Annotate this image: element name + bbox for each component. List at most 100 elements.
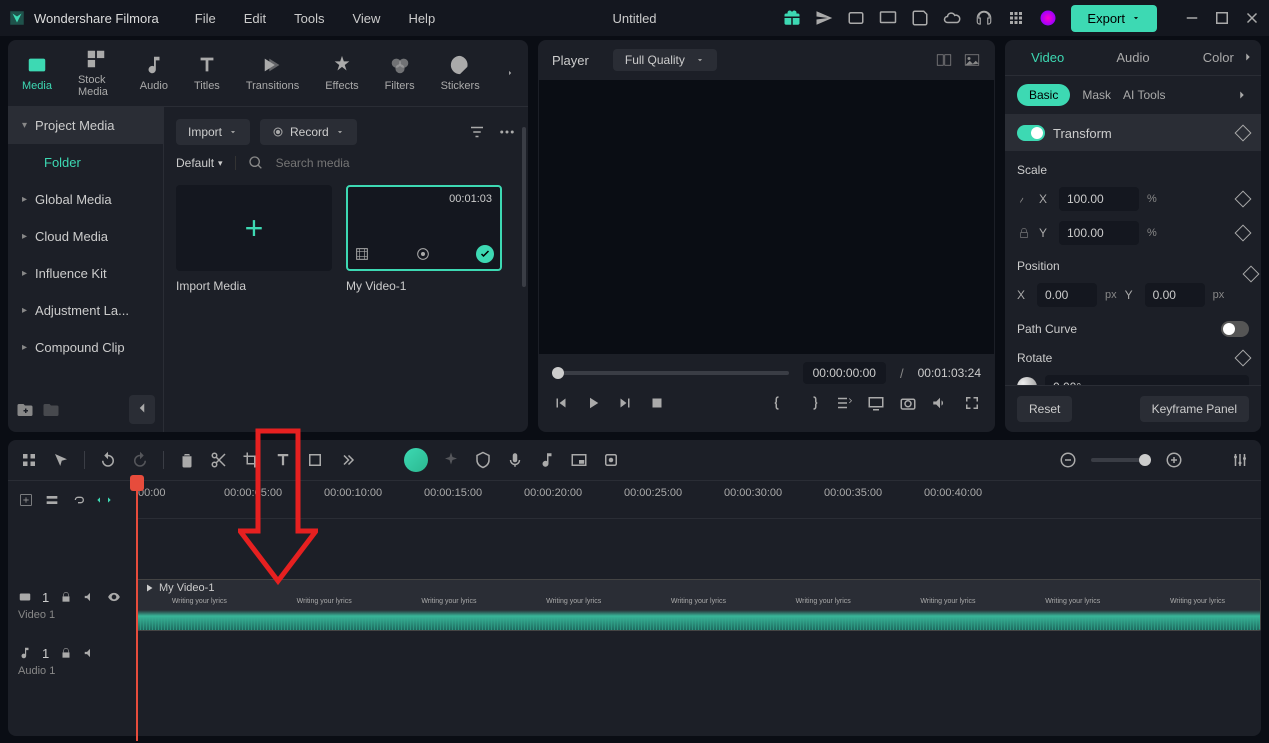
record-button[interactable]: Record [260, 119, 357, 145]
tab-transitions[interactable]: Transitions [246, 54, 299, 92]
eye-icon[interactable] [107, 590, 121, 604]
keyframe-diamond[interactable] [1235, 125, 1252, 142]
gift-icon[interactable] [783, 9, 801, 27]
current-time[interactable]: 00:00:00:00 [803, 362, 886, 384]
sidebar-compound[interactable]: ▸Compound Clip [8, 329, 163, 366]
path-curve-toggle[interactable] [1221, 321, 1249, 337]
import-button[interactable]: Import [176, 119, 250, 145]
menu-tools[interactable]: Tools [294, 11, 324, 26]
send-icon[interactable] [815, 9, 833, 27]
image-icon[interactable] [963, 51, 981, 69]
device-icon[interactable] [847, 9, 865, 27]
tab-stock[interactable]: Stock Media [78, 48, 114, 98]
minimize-button[interactable] [1183, 9, 1201, 27]
screen-icon[interactable] [879, 9, 897, 27]
transform-header[interactable]: Transform [1005, 115, 1261, 151]
marker-icon[interactable] [602, 451, 620, 469]
scrollbar[interactable] [522, 127, 526, 287]
play-icon[interactable] [584, 394, 602, 412]
pos-y-input[interactable] [1145, 283, 1205, 307]
sidebar-project-media[interactable]: ▾Project Media [8, 107, 163, 144]
timeline-ruler[interactable]: 00:00 00:00:05:00 00:00:10:00 00:00:15:0… [136, 481, 1261, 519]
brace-left-icon[interactable] [771, 394, 789, 412]
inspector-tab-audio[interactable]: Audio [1090, 40, 1175, 75]
mic-icon[interactable] [506, 451, 524, 469]
cloud-icon[interactable] [943, 9, 961, 27]
chevron-right-icon[interactable] [1235, 88, 1249, 102]
ai-button[interactable] [404, 448, 428, 472]
tab-audio[interactable]: Audio [140, 54, 168, 92]
mixer-icon[interactable] [1231, 451, 1249, 469]
chevron-right-icon[interactable] [1241, 50, 1255, 64]
sidebar-influence-kit[interactable]: ▸Influence Kit [8, 255, 163, 292]
tab-media[interactable]: Media [22, 54, 52, 92]
transform-toggle[interactable] [1017, 125, 1045, 141]
tab-filters[interactable]: Filters [385, 54, 415, 92]
display-icon[interactable] [867, 394, 885, 412]
more-icon[interactable] [498, 123, 516, 141]
redo-icon[interactable] [131, 451, 149, 469]
player-viewport[interactable] [538, 80, 995, 354]
text-icon[interactable] [274, 451, 292, 469]
track-add-icon[interactable] [18, 492, 34, 508]
save-icon[interactable] [911, 9, 929, 27]
tab-effects[interactable]: Effects [325, 54, 358, 92]
tab-stickers[interactable]: Stickers [441, 54, 480, 92]
fullscreen-icon[interactable] [963, 394, 981, 412]
rotate-input[interactable] [1045, 375, 1249, 385]
subtab-mask[interactable]: Mask [1082, 88, 1111, 102]
inspector-tab-video[interactable]: Video [1005, 40, 1090, 75]
keyframe-panel-button[interactable]: Keyframe Panel [1140, 396, 1249, 422]
volume-icon[interactable] [931, 394, 949, 412]
track-layout-icon[interactable] [44, 492, 60, 508]
sidebar-collapse[interactable] [129, 395, 155, 424]
zoom-out-icon[interactable] [1059, 451, 1077, 469]
sidebar-adjustment[interactable]: ▸Adjustment La... [8, 292, 163, 329]
compare-icon[interactable] [935, 51, 953, 69]
playhead[interactable] [136, 481, 138, 741]
brace-right-icon[interactable] [803, 394, 821, 412]
filter-icon[interactable] [468, 123, 486, 141]
next-frame-icon[interactable] [616, 394, 634, 412]
mute-icon[interactable] [83, 590, 97, 604]
menu-help[interactable]: Help [408, 11, 435, 26]
marker-list-icon[interactable] [835, 394, 853, 412]
keyframe-diamond[interactable] [1235, 225, 1252, 242]
audio-track-label[interactable]: 1 Audio 1 [8, 633, 136, 689]
menu-edit[interactable]: Edit [244, 11, 266, 26]
pip-icon[interactable] [570, 451, 588, 469]
tabs-more-icon[interactable] [506, 66, 514, 80]
zoom-slider[interactable] [1091, 458, 1151, 462]
menu-file[interactable]: File [195, 11, 216, 26]
keyframe-diamond[interactable] [1235, 191, 1252, 208]
sidebar-folder[interactable]: Folder [8, 144, 163, 181]
sidebar-cloud-media[interactable]: ▸Cloud Media [8, 218, 163, 255]
lock-icon[interactable] [59, 590, 73, 604]
sparkle-icon[interactable] [442, 451, 460, 469]
undo-icon[interactable] [99, 451, 117, 469]
scale-y-input[interactable] [1059, 221, 1139, 245]
pos-x-input[interactable] [1037, 283, 1097, 307]
export-button[interactable]: Export [1071, 5, 1157, 32]
snapshot-icon[interactable] [899, 394, 917, 412]
progress-bar[interactable] [552, 371, 789, 375]
media-clip[interactable]: 00:01:03 My Video-1 [346, 185, 502, 293]
subtab-ai[interactable]: AI Tools [1123, 88, 1165, 102]
reset-button[interactable]: Reset [1017, 396, 1072, 422]
headset-icon[interactable] [975, 9, 993, 27]
maximize-button[interactable] [1213, 9, 1231, 27]
more-tools-icon[interactable] [338, 451, 356, 469]
sort-dropdown[interactable]: Default▾ [176, 156, 236, 170]
cut-icon[interactable] [210, 451, 228, 469]
lock-icon[interactable] [59, 646, 73, 660]
shield-icon[interactable] [474, 451, 492, 469]
stop-icon[interactable] [648, 394, 666, 412]
select-icon[interactable] [52, 451, 70, 469]
apps-icon[interactable] [1007, 9, 1025, 27]
lock-icon[interactable] [1017, 226, 1031, 240]
timeline-clip[interactable]: My Video-1 Writing your lyricsWriting yo… [136, 579, 1261, 631]
folder-icon[interactable] [42, 401, 60, 419]
add-folder-icon[interactable] [16, 401, 34, 419]
sidebar-global-media[interactable]: ▸Global Media [8, 181, 163, 218]
keyframe-diamond[interactable] [1235, 350, 1252, 367]
